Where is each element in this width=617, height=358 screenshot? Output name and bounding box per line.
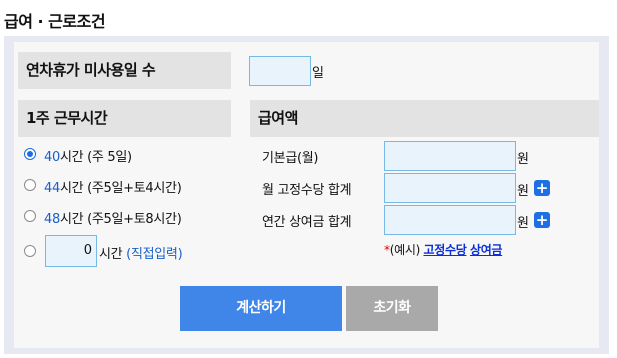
reset-button[interactable]: 초기화 (346, 286, 438, 331)
bonus-link[interactable]: 상여금 (470, 243, 503, 257)
base-pay-label: 기본급(월) (262, 151, 319, 166)
custom-hours-label: 시간 (직접입력) (99, 243, 183, 262)
fixed-allowance-unit: 원 (517, 184, 529, 199)
option-44-number: 44 (44, 181, 60, 196)
option-44-text: 시간 (주5일+토4시간) (59, 181, 182, 196)
calculate-button[interactable]: 계산하기 (180, 286, 342, 331)
example-text: *(예시) 고정수당 상여금 (384, 241, 502, 258)
radio-40-hours[interactable] (24, 148, 36, 160)
base-pay-unit: 원 (517, 152, 529, 167)
custom-hours-suffix: 시간 (99, 247, 123, 262)
custom-hours-input[interactable]: 0 (45, 235, 97, 267)
example-prefix: (예시) (389, 243, 421, 257)
base-pay-input[interactable] (384, 141, 516, 171)
option-44-label: 44시간 (주5일+토4시간) (44, 177, 182, 196)
annual-bonus-unit: 원 (517, 216, 529, 231)
radio-custom-hours[interactable] (24, 245, 36, 257)
annual-bonus-label: 연간 상여금 합계 (262, 215, 352, 230)
annual-bonus-input[interactable] (384, 205, 516, 235)
option-40-text: 시간 (주 5일) (59, 150, 132, 165)
annual-leave-unit: 일 (312, 66, 324, 81)
option-48-label: 48시간 (주5일+토8시간) (44, 208, 182, 227)
plus-icon[interactable]: + (534, 212, 550, 228)
page-title: 급여 · 근로조건 (4, 12, 106, 31)
form-inner: 연차휴가 미사용일 수 일 1주 근무시간 급여액 40시간 (주 5일) 44… (14, 42, 599, 348)
fixed-allowance-label: 월 고정수당 합계 (262, 183, 352, 198)
option-48-text: 시간 (주5일+토8시간) (59, 212, 182, 227)
plus-icon[interactable]: + (534, 180, 550, 196)
annual-leave-input[interactable] (249, 56, 311, 86)
fixed-allowance-link[interactable]: 고정수당 (423, 243, 466, 257)
work-hours-header: 1주 근무시간 (18, 100, 231, 137)
option-40-number: 40 (44, 150, 60, 165)
pay-header: 급여액 (250, 100, 599, 137)
form-panel: 연차휴가 미사용일 수 일 1주 근무시간 급여액 40시간 (주 5일) 44… (4, 36, 609, 354)
annual-leave-label: 연차휴가 미사용일 수 (18, 52, 231, 89)
radio-48-hours[interactable] (24, 210, 36, 222)
radio-44-hours[interactable] (24, 179, 36, 191)
option-48-number: 48 (44, 212, 60, 227)
option-40-label: 40시간 (주 5일) (44, 146, 132, 165)
fixed-allowance-input[interactable] (384, 173, 516, 203)
custom-hours-hint: (직접입력) (126, 247, 183, 262)
